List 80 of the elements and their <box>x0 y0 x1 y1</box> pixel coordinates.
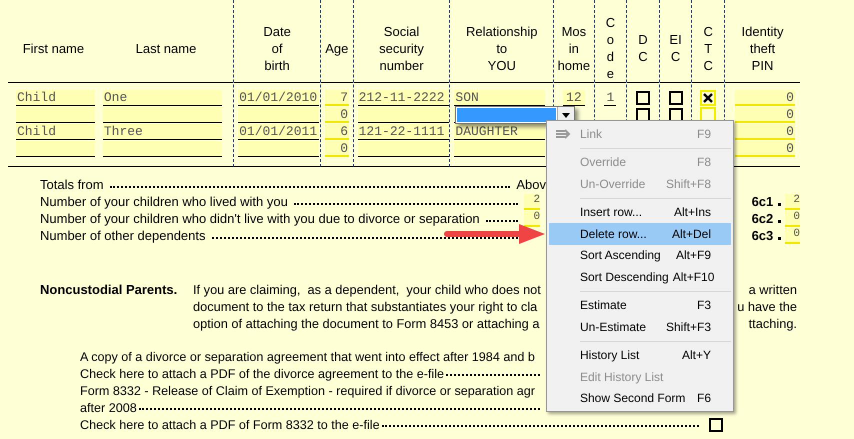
line-number: 6c2 <box>752 211 774 226</box>
value-field[interactable]: 0 <box>785 228 800 244</box>
totals-label: Totals from <box>40 177 105 192</box>
column-header: Date of birth <box>263 22 291 74</box>
line-text: A copy of a divorce or separation agreement that went into effect after 1984 and b <box>80 350 535 364</box>
input-field[interactable] <box>102 140 222 156</box>
input-field[interactable]: 0 <box>325 106 350 122</box>
input-field[interactable]: Child <box>16 124 95 140</box>
menu-item[interactable]: Insert row... Alt+Ins <box>549 202 731 223</box>
line-text: Form 8332 - Release of Claim of Exemption - required if divorce or separation agr <box>80 384 535 398</box>
menu-item[interactable]: Un-Estimate Shift+F3 <box>549 316 731 338</box>
input-field[interactable] <box>238 106 320 122</box>
input-field[interactable] <box>358 140 449 156</box>
column-header: Code <box>604 14 616 82</box>
checkbox[interactable] <box>636 90 650 104</box>
menu-item[interactable]: History List Alt+Y <box>549 344 731 366</box>
menu-item[interactable]: Delete row... Alt+Del <box>549 223 731 244</box>
line-text: Check here to attach a PDF of Form 8332 to the e-file <box>80 418 380 432</box>
value-field[interactable]: 2 <box>524 194 540 210</box>
column-header: DC <box>637 31 649 65</box>
column-header: CTC <box>702 22 714 74</box>
input-field[interactable]: 6 <box>325 124 350 140</box>
menu-item[interactable]: Show Second Form F6 <box>549 388 731 409</box>
input-field[interactable]: 121-22-1111 <box>358 124 449 140</box>
input-field[interactable]: 1 <box>604 90 616 106</box>
column-header: Last name <box>136 40 196 56</box>
input-field[interactable]: 0 <box>734 106 795 122</box>
input-field[interactable]: 12 <box>562 90 585 106</box>
line-label: Number of other dependents <box>40 228 206 243</box>
line-number: 6c3 <box>752 228 774 243</box>
input-field[interactable] <box>358 106 449 122</box>
paragraph-text: option of attaching the document to Form 8453 or attaching a <box>193 316 540 331</box>
input-field[interactable] <box>238 140 320 156</box>
paragraph-text: u have the <box>737 299 797 314</box>
input-field[interactable]: Three <box>102 124 222 140</box>
input-field[interactable]: 7 <box>325 90 350 106</box>
input-field[interactable]: Child <box>16 90 95 106</box>
input-field[interactable]: 212-11-2222 <box>358 90 449 106</box>
paragraph-text: If you are claiming, as a dependent, your child who does not <box>193 282 541 297</box>
input-field[interactable]: 01/01/2011 <box>238 124 320 140</box>
input-field[interactable]: 0 <box>734 90 795 106</box>
line-label: Number of your children who didn't live with you due to divorce or separation <box>40 211 481 226</box>
input-field[interactable]: 0 <box>325 140 350 156</box>
line-text: Check here to attach a PDF of the divorce agreement to the e-file <box>80 366 444 380</box>
column-header: Age <box>325 40 348 56</box>
menu-item[interactable]: Sort Descending Alt+F10 <box>549 266 731 288</box>
column-header: Identity theft PIN <box>742 22 784 74</box>
value-field[interactable]: 2 <box>785 194 800 210</box>
input-field[interactable]: SON <box>454 90 546 106</box>
section-heading: Noncustodial Parents. <box>40 281 178 299</box>
column-header: EIC <box>669 31 682 65</box>
input-field[interactable] <box>102 106 222 122</box>
column-header: Mos in home <box>558 22 590 74</box>
menu-item[interactable]: Estimate F3 <box>549 294 731 316</box>
paragraph-text: ttaching. <box>748 316 797 331</box>
paragraph-text: a written <box>748 282 797 297</box>
paragraph-text: document to the tax return that substantiates your right to cla <box>193 299 538 314</box>
column-header: First name <box>22 40 84 56</box>
input-field[interactable] <box>16 140 95 156</box>
value-field[interactable]: 0 <box>524 210 540 226</box>
input-field[interactable]: 0 <box>734 140 795 156</box>
input-field[interactable] <box>16 106 95 122</box>
caret-icon <box>562 112 570 118</box>
input-field[interactable]: 01/01/2010 <box>238 90 320 106</box>
column-label: Abov <box>516 177 546 192</box>
value-field[interactable]: 0 <box>785 210 800 226</box>
line-label: Number of your children who lived with you <box>40 194 289 209</box>
line-number: 6c1 <box>752 194 774 209</box>
link-icon <box>555 129 571 139</box>
line-text: after 2008 <box>80 400 137 414</box>
menu-item[interactable]: Sort Ascending Alt+F9 <box>549 244 731 266</box>
input-field[interactable] <box>454 140 546 156</box>
column-header: Relationship to YOU <box>466 22 538 74</box>
relationship-dropdown[interactable] <box>455 106 576 124</box>
input-field[interactable]: One <box>102 90 222 106</box>
checkbox[interactable] <box>709 418 723 432</box>
input-field[interactable]: 0 <box>734 124 795 140</box>
input-field[interactable]: DAUGHTER <box>454 124 546 140</box>
checkbox[interactable] <box>668 90 683 104</box>
column-header: Social security number <box>379 22 424 74</box>
